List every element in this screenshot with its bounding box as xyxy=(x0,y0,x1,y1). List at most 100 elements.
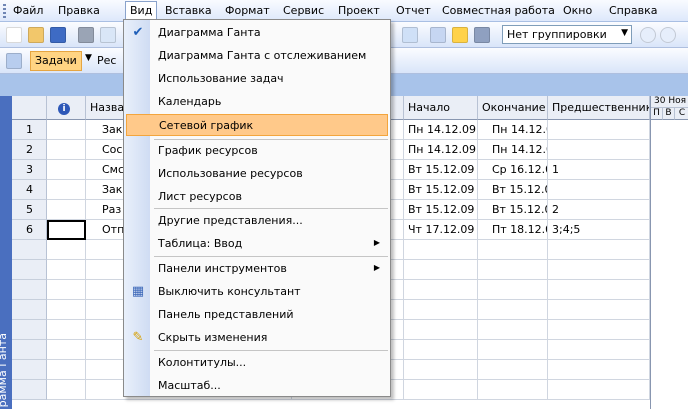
table-cell-ind[interactable] xyxy=(47,200,86,220)
table-cell-start[interactable] xyxy=(404,360,478,380)
table-cell-ind[interactable] xyxy=(47,280,86,300)
row-header[interactable] xyxy=(12,360,47,380)
menu-collaborate[interactable]: Совместная работа xyxy=(442,4,555,17)
table-cell-start[interactable]: Вт 15.12.09 xyxy=(404,160,478,180)
menu-item-more-views[interactable]: Другие представления... xyxy=(126,210,388,232)
menu-item-gantt[interactable]: ✔ Диаграмма Ганта xyxy=(126,22,388,44)
new-icon[interactable] xyxy=(6,27,22,43)
select-all-header[interactable] xyxy=(12,96,47,120)
predecessors-header[interactable]: Предшественники xyxy=(548,96,650,120)
menu-item-hide-changes[interactable]: ✎ Скрыть изменения xyxy=(126,327,388,349)
table-cell-finish[interactable]: Ср 16.12.09 xyxy=(478,160,548,180)
guide-icon[interactable] xyxy=(6,53,22,69)
menu-item-view-bar[interactable]: Панель представлений xyxy=(126,304,388,326)
table-cell-pred[interactable]: 2 xyxy=(548,200,650,220)
zoom-in-icon[interactable] xyxy=(640,27,656,43)
table-cell-pred[interactable] xyxy=(548,340,650,360)
menu-item-tracking-gantt[interactable]: Диаграмма Ганта с отслеживанием xyxy=(126,45,388,67)
resource-icon[interactable] xyxy=(474,27,490,43)
table-cell-ind[interactable] xyxy=(47,140,86,160)
table-cell-pred[interactable] xyxy=(548,360,650,380)
table-cell-finish[interactable] xyxy=(478,260,548,280)
row-header[interactable] xyxy=(12,260,47,280)
menu-item-zoom[interactable]: Масштаб... xyxy=(126,375,388,397)
menu-report[interactable]: Отчет xyxy=(396,4,431,17)
tasks-dropdown-icon[interactable]: ▼ xyxy=(85,53,92,63)
table-cell-finish[interactable]: Пт 18.12.09 xyxy=(478,220,548,240)
table-cell-ind[interactable] xyxy=(47,160,86,180)
notes-icon[interactable] xyxy=(452,27,468,43)
table-cell-ind[interactable] xyxy=(47,120,86,140)
row-header[interactable] xyxy=(12,320,47,340)
menu-grip[interactable] xyxy=(3,4,6,18)
table-cell-start[interactable] xyxy=(404,240,478,260)
table-cell-start[interactable] xyxy=(404,380,478,400)
grouping-select[interactable]: Нет группировки ▼ xyxy=(502,25,632,44)
table-cell-pred[interactable] xyxy=(548,300,650,320)
menu-format[interactable]: Формат xyxy=(225,4,270,17)
open-icon[interactable] xyxy=(28,27,44,43)
resources-button[interactable]: Рес xyxy=(94,51,119,71)
save-icon[interactable] xyxy=(50,27,66,43)
table-cell-start[interactable]: Вт 15.12.09 xyxy=(404,200,478,220)
menu-insert[interactable]: Вставка xyxy=(165,4,212,17)
table-cell-finish[interactable] xyxy=(478,280,548,300)
menu-item-resource-graph[interactable]: График ресурсов xyxy=(126,140,388,162)
table-cell-finish[interactable] xyxy=(478,240,548,260)
menu-tools[interactable]: Сервис xyxy=(283,4,324,17)
table-cell-start[interactable] xyxy=(404,340,478,360)
gantt-chart[interactable]: 30 Ноя П В С xyxy=(650,96,688,409)
table-cell-ind[interactable] xyxy=(47,360,86,380)
menu-item-toolbars[interactable]: Панели инструментов ▶ xyxy=(126,258,388,280)
table-cell-ind[interactable] xyxy=(47,340,86,360)
menu-file[interactable]: Файл xyxy=(13,4,43,17)
table-cell-start[interactable]: Чт 17.12.09 xyxy=(404,220,478,240)
menu-item-task-usage[interactable]: Использование задач xyxy=(126,68,388,90)
split-icon[interactable] xyxy=(402,27,418,43)
table-cell-finish[interactable] xyxy=(478,360,548,380)
table-cell-pred[interactable] xyxy=(548,280,650,300)
table-cell-pred[interactable] xyxy=(548,180,650,200)
menu-item-turn-off-guide[interactable]: ▦ Выключить консультант xyxy=(126,281,388,303)
table-cell-ind[interactable] xyxy=(47,260,86,280)
table-cell-ind[interactable] xyxy=(47,320,86,340)
table-cell-finish[interactable] xyxy=(478,320,548,340)
table-cell-ind[interactable] xyxy=(47,220,86,240)
table-cell-finish[interactable] xyxy=(478,380,548,400)
menu-help[interactable]: Справка xyxy=(609,4,657,17)
print-icon[interactable] xyxy=(78,27,94,43)
menu-project[interactable]: Проект xyxy=(338,4,380,17)
table-cell-ind[interactable] xyxy=(47,180,86,200)
menu-item-network-diagram[interactable]: Сетевой график xyxy=(126,114,388,136)
row-header[interactable]: 6 xyxy=(12,220,47,240)
row-header[interactable] xyxy=(12,280,47,300)
table-cell-start[interactable] xyxy=(404,300,478,320)
table-cell-pred[interactable] xyxy=(548,380,650,400)
table-cell-pred[interactable]: 1 xyxy=(548,160,650,180)
start-header[interactable]: Начало xyxy=(404,96,478,120)
table-cell-finish[interactable]: Вт 15.12.09 xyxy=(478,180,548,200)
menu-view[interactable]: Вид xyxy=(125,1,158,21)
menu-item-resource-sheet[interactable]: Лист ресурсов xyxy=(126,186,388,208)
row-header[interactable]: 2 xyxy=(12,140,47,160)
table-cell-pred[interactable] xyxy=(548,140,650,160)
table-cell-start[interactable]: Вт 15.12.09 xyxy=(404,180,478,200)
row-header[interactable] xyxy=(12,240,47,260)
menu-item-resource-usage[interactable]: Использование ресурсов xyxy=(126,163,388,185)
table-cell-start[interactable]: Пн 14.12.09 xyxy=(404,120,478,140)
task-info-icon[interactable] xyxy=(430,27,446,43)
row-header[interactable] xyxy=(12,300,47,320)
row-header[interactable] xyxy=(12,340,47,360)
row-header[interactable]: 1 xyxy=(12,120,47,140)
menu-item-table[interactable]: Таблица: Ввод ▶ xyxy=(126,233,388,255)
table-cell-start[interactable] xyxy=(404,280,478,300)
preview-icon[interactable] xyxy=(100,27,116,43)
menu-edit[interactable]: Правка xyxy=(58,4,100,17)
table-cell-ind[interactable] xyxy=(47,380,86,400)
table-cell-start[interactable] xyxy=(404,320,478,340)
row-header[interactable] xyxy=(12,380,47,400)
table-cell-pred[interactable] xyxy=(548,320,650,340)
table-cell-ind[interactable] xyxy=(47,300,86,320)
tasks-button[interactable]: Задачи xyxy=(30,51,82,71)
row-header[interactable]: 3 xyxy=(12,160,47,180)
